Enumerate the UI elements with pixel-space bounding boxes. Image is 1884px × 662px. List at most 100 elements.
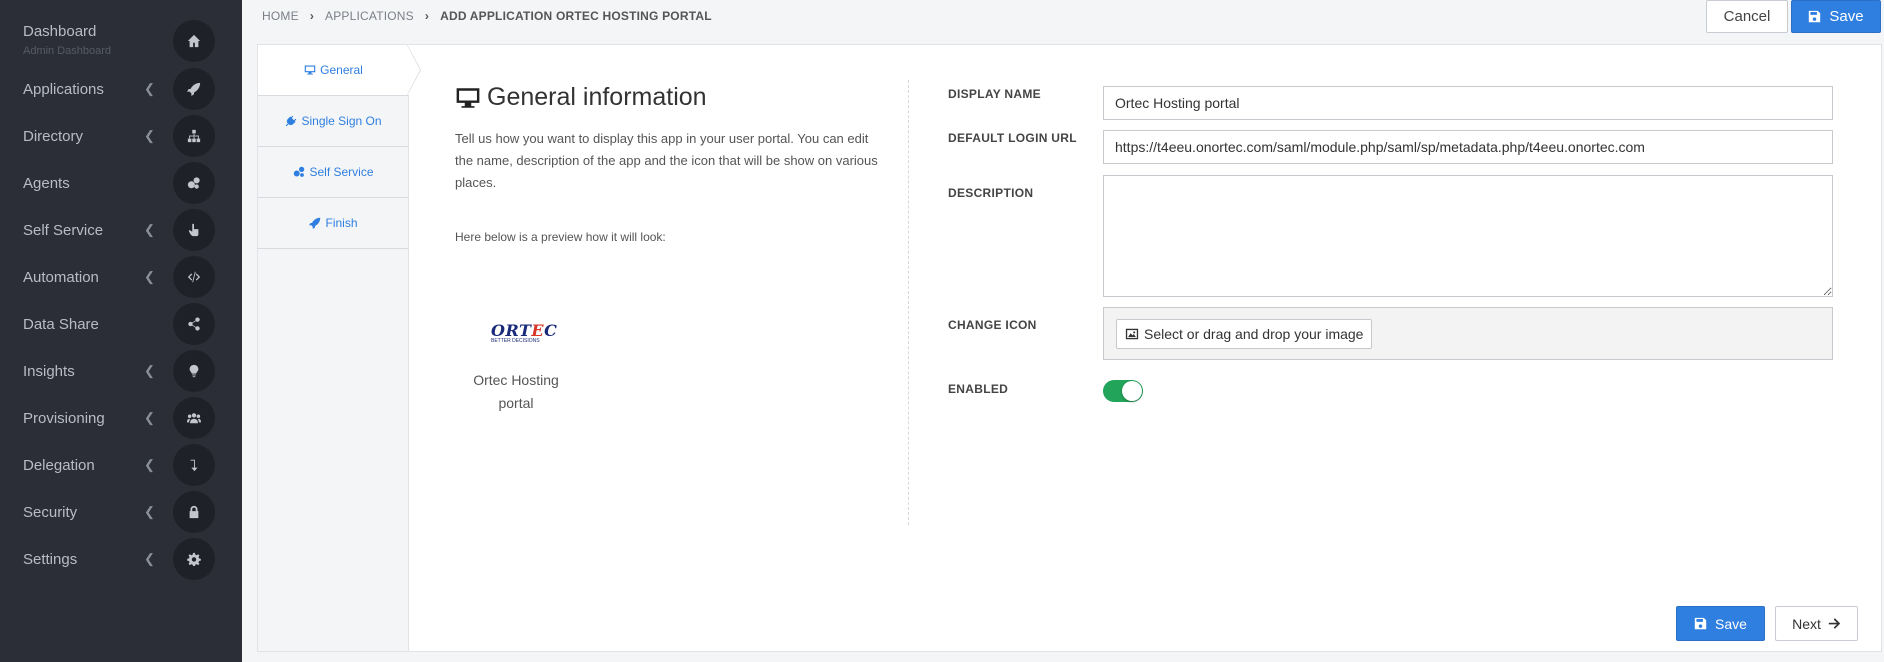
sidebar-item-security[interactable]: Security ❮: [0, 489, 242, 535]
section-title: General information: [455, 83, 875, 112]
sidebar-item-label: Self Service: [23, 222, 104, 239]
sidebar-item-sublabel: Admin Dashboard: [23, 45, 112, 57]
cogs-icon: [173, 162, 215, 204]
desktop-icon: [304, 65, 316, 75]
sidebar-item-label: Data Share: [23, 316, 99, 333]
section-description: Tell us how you want to display this app…: [455, 131, 878, 190]
sidebar-item-directory[interactable]: Directory ❮: [0, 113, 242, 159]
sidebar-item-data-share[interactable]: Data Share: [0, 301, 242, 347]
next-button[interactable]: Next: [1775, 606, 1858, 641]
enabled-label: ENABLED: [948, 382, 1009, 396]
sidebar-item-label: Delegation: [23, 457, 95, 474]
sidebar-item-label: Provisioning: [23, 410, 105, 427]
sidebar-item-delegation[interactable]: Delegation ❮: [0, 442, 242, 488]
tab-label: Single Sign On: [301, 114, 382, 128]
next-button-label: Next: [1792, 615, 1821, 632]
image-icon: [1125, 328, 1139, 340]
login-url-field[interactable]: [1103, 130, 1833, 164]
app-logo-preview: ORTEC BETTER DECISIONS: [491, 321, 557, 345]
users-icon: [173, 397, 215, 439]
floppy-icon: [1809, 10, 1821, 23]
plug-icon: [286, 115, 297, 127]
cogs-icon: [294, 166, 305, 177]
sidebar-item-label: Automation: [23, 269, 99, 286]
save-button-label: Save: [1829, 8, 1864, 25]
chevron-left-icon: ❮: [144, 81, 155, 96]
breadcrumb-current: ADD APPLICATION ORTEC HOSTING PORTAL: [440, 9, 712, 23]
display-name-field[interactable]: [1103, 86, 1833, 120]
save-button[interactable]: Save: [1791, 0, 1881, 33]
tab-general[interactable]: General: [258, 45, 409, 96]
sidebar-item-label: Agents: [23, 175, 70, 192]
tab-label: Self Service: [309, 165, 374, 179]
arrow-right-icon: [1828, 618, 1841, 629]
sidebar-item-label: Dashboard: [23, 23, 97, 40]
sidebar-item-self-service[interactable]: Self Service ❮: [0, 207, 242, 253]
preview-app-name: Ortec Hosting portal: [473, 372, 559, 411]
save-button-label: Save: [1715, 615, 1747, 632]
select-image-label: Select or drag and drop your image: [1144, 326, 1364, 342]
description-field[interactable]: [1103, 175, 1833, 297]
main-panel: General Single Sign On Self Service Fini…: [257, 44, 1882, 652]
preview-label: Here below is a preview how it will look…: [455, 230, 666, 244]
rocket-icon: [309, 217, 321, 229]
chevron-right-icon: ›: [309, 9, 315, 23]
sidebar-item-provisioning[interactable]: Provisioning ❮: [0, 395, 242, 441]
chevron-left-icon: ❮: [144, 551, 155, 566]
tab-finish[interactable]: Finish: [258, 198, 409, 249]
lightbulb-icon: [173, 350, 215, 392]
wizard-tabs: General Single Sign On Self Service Fini…: [258, 44, 421, 651]
cancel-button[interactable]: Cancel: [1706, 0, 1788, 33]
sidebar-item-dashboard[interactable]: Dashboard Admin Dashboard: [0, 18, 242, 64]
breadcrumb-applications[interactable]: APPLICATIONS: [325, 9, 414, 23]
display-name-label: DISPLAY NAME: [948, 87, 1041, 101]
sidebar-item-label: Security: [23, 504, 78, 521]
lock-icon: [173, 491, 215, 533]
enabled-toggle[interactable]: [1103, 380, 1143, 402]
sidebar-item-automation[interactable]: Automation ❮: [0, 254, 242, 300]
sidebar-item-label: Settings: [23, 551, 78, 568]
chevron-left-icon: ❮: [144, 128, 155, 143]
breadcrumb-home[interactable]: HOME: [262, 9, 299, 23]
home-icon: [173, 20, 215, 62]
chevron-right-icon: ›: [424, 9, 430, 23]
level-down-icon: [173, 444, 215, 486]
sidebar-item-settings[interactable]: Settings ❮: [0, 536, 242, 582]
section-divider: [908, 80, 909, 525]
tab-single-sign-on[interactable]: Single Sign On: [258, 96, 409, 147]
cancel-button-label: Cancel: [1723, 8, 1771, 25]
tab-label: Finish: [325, 216, 358, 230]
description-label: DESCRIPTION: [948, 186, 1034, 200]
section-title-text: General information: [487, 83, 707, 111]
icon-dropzone[interactable]: Select or drag and drop your image: [1103, 307, 1833, 360]
general-info-section: General information Tell us how you want…: [455, 83, 878, 411]
breadcrumb: HOME › APPLICATIONS › ADD APPLICATION ORTEC …: [262, 9, 712, 23]
gear-icon: [173, 538, 215, 580]
sidebar: Dashboard Admin Dashboard Applications ❮…: [0, 0, 242, 662]
sitemap-icon: [173, 115, 215, 157]
chevron-left-icon: ❮: [144, 269, 155, 284]
chevron-left-icon: ❮: [144, 363, 155, 378]
floppy-icon: [1694, 617, 1707, 630]
sidebar-item-agents[interactable]: Agents: [0, 160, 242, 206]
save-button-bottom[interactable]: Save: [1676, 606, 1765, 641]
hand-pointer-icon: [173, 209, 215, 251]
sidebar-item-applications[interactable]: Applications ❮: [0, 66, 242, 112]
chevron-left-icon: ❮: [144, 504, 155, 519]
desktop-icon: [456, 87, 480, 108]
sidebar-item-insights[interactable]: Insights ❮: [0, 348, 242, 394]
login-url-label: DEFAULT LOGIN URL: [948, 131, 1077, 145]
change-icon-label: CHANGE ICON: [948, 318, 1037, 332]
active-tab-arrow-fill: [407, 45, 420, 95]
select-image-button[interactable]: Select or drag and drop your image: [1116, 319, 1373, 349]
topbar: HOME › APPLICATIONS › ADD APPLICATION ORTEC …: [242, 0, 1884, 33]
chevron-left-icon: ❮: [144, 457, 155, 472]
share-icon: [173, 303, 215, 345]
sidebar-item-label: Insights: [23, 363, 75, 380]
chevron-left-icon: ❮: [144, 222, 155, 237]
chevron-left-icon: ❮: [144, 410, 155, 425]
tab-label: General: [320, 63, 363, 77]
sidebar-item-label: Applications: [23, 81, 104, 98]
rocket-icon: [173, 68, 215, 110]
tab-self-service[interactable]: Self Service: [258, 147, 409, 198]
